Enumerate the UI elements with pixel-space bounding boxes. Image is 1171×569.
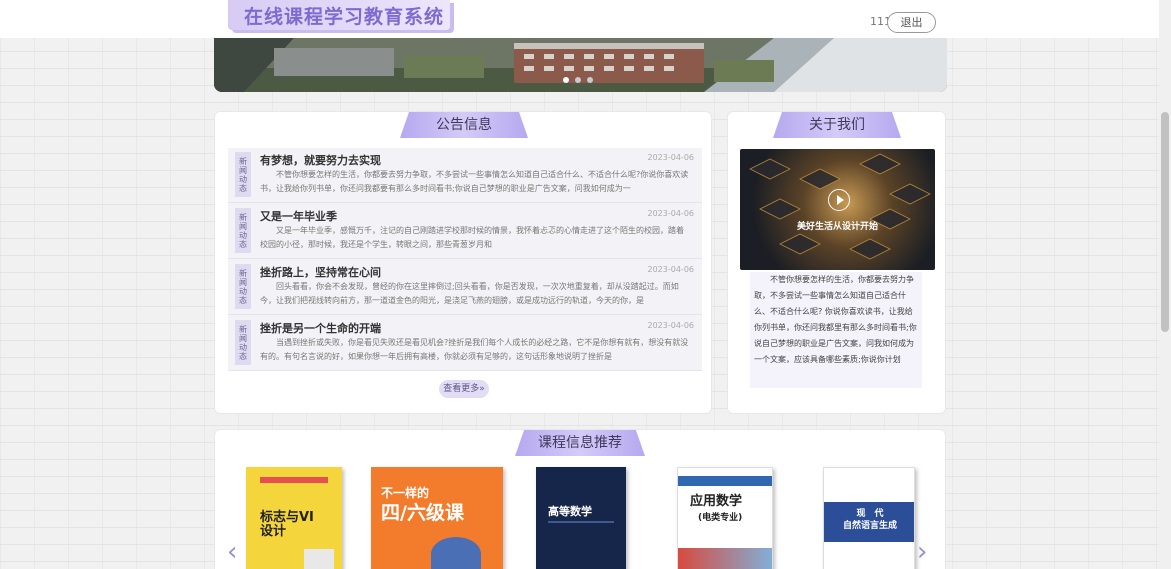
course-carousel: 标志与VI 设计 不一样的 四/六级课 高等数学 应用数学 (电类专业) 现 代… xyxy=(243,467,923,569)
news-tag-char: 新 xyxy=(239,156,247,166)
book-title-line: 自然语言生成 xyxy=(842,521,897,531)
notice-item[interactable]: 新 闻 动 态 挫折路上，坚持常在心间 2023-04-06 回头看看，你会不会… xyxy=(228,260,702,315)
news-tag-char: 态 xyxy=(239,183,247,193)
notice-title[interactable]: 又是一年毕业季 xyxy=(260,208,337,224)
notice-excerpt: 不管你想要怎样的生活，你都要去努力争取，不多尝试一些事情怎么知道自己适合什么、不… xyxy=(260,170,689,193)
book-decoration xyxy=(678,476,772,486)
course-book[interactable]: 标志与VI 设计 xyxy=(246,467,342,569)
course-book[interactable]: 现 代 自然语言生成 xyxy=(823,467,915,569)
about-video-thumbnail[interactable]: 美好生活从设计开始 xyxy=(740,149,935,270)
news-tag-char: 新 xyxy=(239,212,247,222)
top-bar xyxy=(0,0,1171,38)
about-description: 不管你想要怎样的生活，你都要去努力争取，不多尝试一些事情怎么知道自己适合什么、不… xyxy=(750,272,922,388)
news-tag-char: 闻 xyxy=(239,333,247,343)
about-panel-title: 关于我们 xyxy=(773,112,901,138)
scrollbar-thumb[interactable] xyxy=(1161,112,1169,332)
notice-excerpt: 又是一年毕业季，感慨万千，注记的自己刚踏进学校那时候的情景，我怀着忐忑的心情走进… xyxy=(260,226,684,249)
about-image-caption: 美好生活从设计开始 xyxy=(796,222,878,232)
news-tag-char: 动 xyxy=(239,230,247,240)
site-title: 在线课程学习教育系统 xyxy=(244,6,445,28)
news-tag: 新 闻 动 态 xyxy=(235,320,251,365)
banner-image xyxy=(214,38,947,92)
carousel-prev-arrow[interactable]: ‹ xyxy=(227,537,237,567)
course-book[interactable]: 应用数学 (电类专业) xyxy=(677,467,773,569)
news-tag: 新 闻 动 态 xyxy=(235,152,251,197)
notice-date: 2023-04-06 xyxy=(647,209,695,218)
notice-excerpt: 当遇到挫折或失败，你是看见失败还是看见机会?挫折是我们每个人成长的必经之路，它不… xyxy=(260,338,689,361)
course-panel: 课程信息推荐 ‹ › 标志与VI 设计 不一样的 四/六级课 高等数学 应用数学… xyxy=(214,429,946,569)
book-title: 高等数学 xyxy=(548,505,592,518)
book-title-line: 标志与VI xyxy=(260,510,314,525)
banner-carousel[interactable] xyxy=(214,38,947,92)
notice-list: 新 闻 动 态 有梦想，就要努力去实现 2023-04-06 不管你想要怎样的生… xyxy=(228,148,702,371)
book-decoration xyxy=(548,521,614,523)
notice-title[interactable]: 有梦想，就要努力去实现 xyxy=(260,152,381,168)
book-title: 不一样的 四/六级课 xyxy=(381,483,464,523)
notice-item[interactable]: 新 闻 动 态 又是一年毕业季 2023-04-06 又是一年毕业季，感慨万千，… xyxy=(228,204,702,259)
news-tag: 新 闻 动 态 xyxy=(235,264,251,309)
news-tag-char: 动 xyxy=(239,174,247,184)
book-decoration xyxy=(260,477,328,483)
play-icon[interactable] xyxy=(828,189,850,211)
book-cover-art xyxy=(304,549,334,569)
carousel-dots xyxy=(563,77,593,83)
news-tag-char: 动 xyxy=(239,342,247,352)
notice-date: 2023-04-06 xyxy=(647,321,695,330)
course-book[interactable]: 不一样的 四/六级课 xyxy=(371,467,503,569)
notice-excerpt: 回头看看，你会不会发现，曾经的你在这里摔倒过;回头看看，你是否发现，一次次地重复… xyxy=(260,282,679,305)
notice-date: 2023-04-06 xyxy=(647,153,695,162)
book-cover-art xyxy=(678,548,772,569)
news-tag: 新 闻 动 态 xyxy=(235,208,251,253)
book-title: 应用数学 (电类专业) xyxy=(690,494,742,526)
news-tag-char: 态 xyxy=(239,239,247,249)
book-title-line: 设计 xyxy=(260,524,287,539)
news-tag-char: 态 xyxy=(239,295,247,305)
logout-button[interactable]: 退出 xyxy=(887,12,936,33)
course-book[interactable]: 高等数学 xyxy=(536,467,626,569)
news-tag-char: 新 xyxy=(239,324,247,334)
book-cover-art xyxy=(431,537,481,569)
book-title-line: 现 代 xyxy=(856,509,884,519)
notice-title[interactable]: 挫折是另一个生命的开端 xyxy=(260,320,381,336)
notice-panel-title: 公告信息 xyxy=(400,112,528,138)
book-title: 标志与VI 设计 xyxy=(260,511,314,539)
news-tag-char: 新 xyxy=(239,268,247,278)
course-panel-title: 课程信息推荐 xyxy=(515,430,645,456)
book-title-line: 不一样的 xyxy=(381,486,430,500)
news-tag-char: 闻 xyxy=(239,165,247,175)
notice-panel: 公告信息 新 闻 动 态 有梦想，就要努力去实现 2023-04-06 不管你想… xyxy=(214,111,712,414)
notice-date: 2023-04-06 xyxy=(647,265,695,274)
carousel-dot[interactable] xyxy=(575,77,581,83)
book-title-line: (电类专业) xyxy=(698,513,743,523)
book-title: 现 代 自然语言生成 xyxy=(824,508,914,532)
notice-item[interactable]: 新 闻 动 态 挫折是另一个生命的开端 2023-04-06 当遇到挫折或失败，… xyxy=(228,316,702,371)
news-tag-char: 态 xyxy=(239,351,247,361)
book-title-line: 四/六级课 xyxy=(381,502,464,524)
news-tag-char: 闻 xyxy=(239,221,247,231)
about-panel: 关于我们 美好生活从设计开始 不管你想要怎样的生活，你都要去努力争取，不多尝试一… xyxy=(727,111,946,414)
notice-item[interactable]: 新 闻 动 态 有梦想，就要努力去实现 2023-04-06 不管你想要怎样的生… xyxy=(228,148,702,203)
news-tag-char: 闻 xyxy=(239,277,247,287)
carousel-dot[interactable] xyxy=(563,77,569,83)
carousel-dot[interactable] xyxy=(587,77,593,83)
news-tag-char: 动 xyxy=(239,286,247,296)
view-more-button[interactable]: 查看更多» xyxy=(439,380,489,398)
notice-title[interactable]: 挫折路上，坚持常在心间 xyxy=(260,264,381,280)
book-title-line: 应用数学 xyxy=(690,494,743,509)
